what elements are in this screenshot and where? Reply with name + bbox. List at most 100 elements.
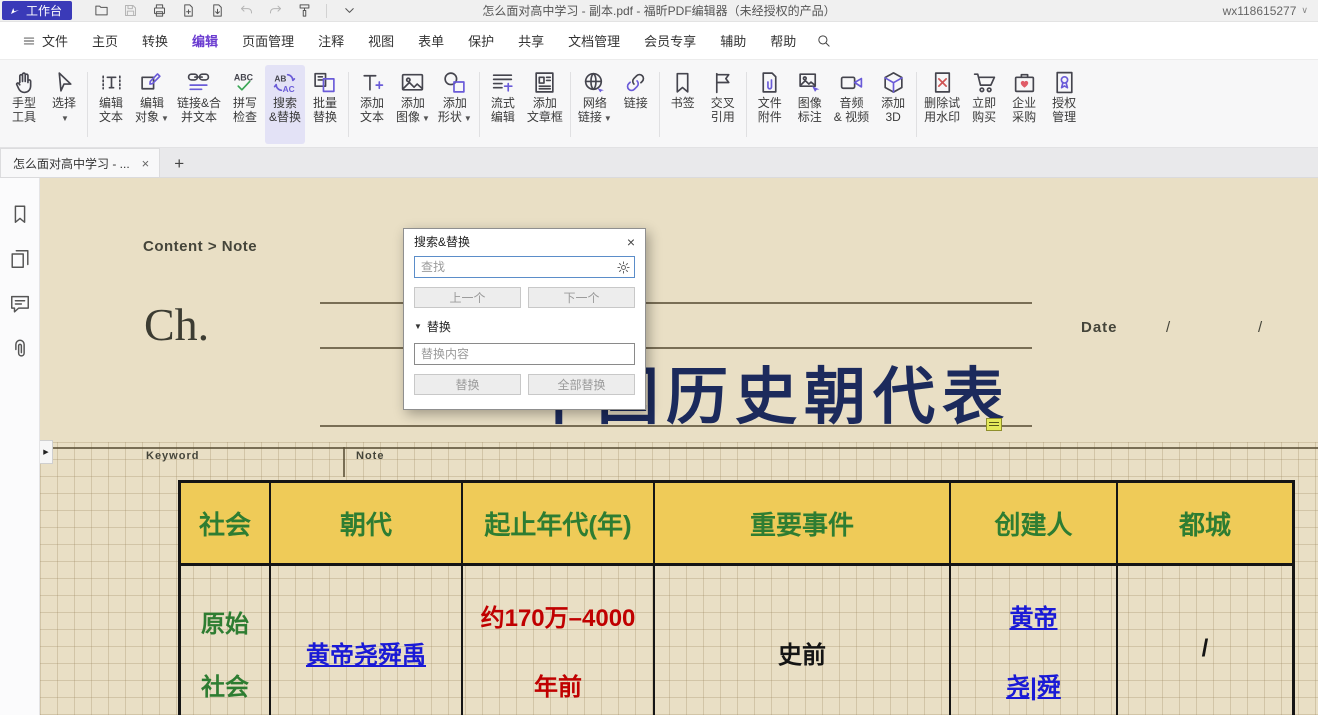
redo-icon[interactable] [264, 2, 286, 20]
user-dropdown-icon[interactable]: ∨ [1301, 5, 1308, 16]
ribbon-item-label: 图像▼ [396, 110, 430, 126]
menu-item-doc-manage[interactable]: 文档管理 [556, 22, 632, 59]
ribbon-item-add-3d[interactable]: 添加3D [873, 65, 913, 144]
chapter-text: Ch. [144, 298, 209, 351]
menu-item-label: 表单 [418, 31, 444, 50]
menu-item-help[interactable]: 帮助 [758, 22, 808, 59]
ribbon-item-label: 管理 [1052, 110, 1076, 124]
toolbar-dropdown-icon[interactable] [338, 2, 360, 20]
link-icon [623, 68, 648, 96]
table-header-cell: 起止年代(年) [463, 483, 655, 563]
format-brush-icon[interactable] [293, 2, 315, 20]
menu-item-home[interactable]: 主页 [80, 22, 130, 59]
replace-button[interactable]: 替换 [414, 374, 521, 395]
replace-input[interactable] [414, 343, 635, 365]
note-annotation-icon[interactable] [986, 418, 1002, 431]
ribbon-item-add-text[interactable]: 添加文本 [352, 65, 392, 144]
search-options-gear-icon[interactable] [616, 260, 631, 275]
create-pdf-icon[interactable] [177, 2, 199, 20]
ribbon-item-file-attachment[interactable]: 文件附件 [750, 65, 790, 144]
edit-object-icon [139, 68, 164, 96]
ribbon-item-edit-text[interactable]: 编辑文本 [91, 65, 131, 144]
founder-link[interactable]: 尧|舜 [1006, 667, 1061, 702]
ribbon-item-select[interactable]: 选择▼ [44, 65, 84, 144]
spellcheck-icon: ABC [232, 68, 257, 96]
menu-item-convert[interactable]: 转换 [130, 22, 180, 59]
dialog-close-icon[interactable]: × [625, 235, 637, 249]
ribbon-item-web-link[interactable]: 网络链接▼ [574, 65, 616, 144]
menu-item-view[interactable]: 视图 [356, 22, 406, 59]
comment-icon [9, 302, 31, 319]
ribbon-item-enterprise-purchase[interactable]: 企业采购 [1004, 65, 1044, 144]
hand-tool-icon [12, 68, 37, 96]
menu-item-file[interactable]: 文件 [10, 22, 80, 59]
ribbon-item-label: 选择 [52, 96, 76, 110]
ribbon-item-search-replace[interactable]: ABAC搜索&替换 [265, 65, 305, 144]
undo-icon[interactable] [235, 2, 257, 20]
ribbon-item-label: 链接&合 [177, 96, 221, 110]
workbench-button[interactable]: 工作台 [2, 1, 72, 20]
user-account[interactable]: wx118615277 ∨ [1223, 4, 1308, 18]
menu-item-assist[interactable]: 辅助 [708, 22, 758, 59]
ribbon-item-batch-replace[interactable]: 批量替换 [305, 65, 345, 144]
dynasty-link[interactable]: 黄帝尧舜禹 [306, 635, 426, 670]
attachment-icon [9, 347, 31, 364]
print-icon[interactable] [148, 2, 170, 20]
ribbon-item-link[interactable]: 链接 [616, 65, 656, 144]
sidebar-item-attachments[interactable] [9, 338, 31, 360]
titlebar: 工作台 怎么面对高中学习 - 副本.pdf - 福昕PDF编辑器（未经授权的产品… [0, 0, 1318, 22]
menu-search-button[interactable] [808, 22, 839, 59]
menu-item-member[interactable]: 会员专享 [632, 22, 708, 59]
menu-item-protect[interactable]: 保护 [456, 22, 506, 59]
pdf-page: Content > Note Ch. Date / / 中国历史朝代表 Keyw… [40, 178, 1318, 715]
open-folder-icon[interactable] [90, 2, 112, 20]
menu-item-share[interactable]: 共享 [506, 22, 556, 59]
menu-item-comment[interactable]: 注释 [306, 22, 356, 59]
menu-item-form[interactable]: 表单 [406, 22, 456, 59]
replace-section-toggle[interactable]: ▼ 替换 [414, 318, 635, 335]
ribbon-item-buy-now[interactable]: 立即购买 [964, 65, 1004, 144]
next-button[interactable]: 下一个 [528, 287, 635, 308]
menu-item-label: 文档管理 [568, 31, 620, 50]
dialog-titlebar[interactable]: 搜索&替换 × [404, 229, 645, 254]
ribbon-item-label: 标注 [798, 110, 822, 124]
tab-close-icon[interactable]: × [142, 156, 150, 171]
ribbon-item-link-merge-text[interactable]: 链接&合并文本 [173, 65, 225, 144]
founder-link[interactable]: 黄帝 [1010, 598, 1058, 633]
ribbon-item-label: 手型 [12, 96, 36, 110]
menu-item-page-manage[interactable]: 页面管理 [230, 22, 306, 59]
ribbon-item-license-manage[interactable]: 授权管理 [1044, 65, 1084, 144]
ribbon-item-flow-edit[interactable]: 流式编辑 [483, 65, 523, 144]
sidebar-item-page-thumbnails[interactable] [9, 248, 31, 270]
menu-item-edit[interactable]: 编辑 [180, 22, 230, 59]
ribbon-item-add-shape[interactable]: 添加形状▼ [434, 65, 476, 144]
document-tab[interactable]: 怎么面对高中学习 - ... × [0, 148, 160, 177]
ribbon-item-add-image[interactable]: 添加图像▼ [392, 65, 434, 144]
find-field-wrap [414, 256, 635, 278]
ribbon-item-spell-check[interactable]: ABC拼写检查 [225, 65, 265, 144]
replace-all-button[interactable]: 全部替换 [528, 374, 635, 395]
ribbon-item-audio-video[interactable]: 音频& 视频 [830, 65, 873, 144]
ribbon-item-label: 编辑 [99, 96, 123, 110]
ribbon-item-image-annotation[interactable]: 图像标注 [790, 65, 830, 144]
export-pdf-icon[interactable] [206, 2, 228, 20]
sidebar-item-comments[interactable] [9, 293, 31, 315]
ribbon-item-remove-trial-watermark[interactable]: 删除试用水印 [920, 65, 964, 144]
note-label: Note [356, 450, 384, 462]
ribbon-item-edit-object[interactable]: 编辑对象▼ [131, 65, 173, 144]
sidebar-item-bookmarks[interactable] [9, 203, 31, 225]
save-icon[interactable] [119, 2, 141, 20]
previous-button[interactable]: 上一个 [414, 287, 521, 308]
web-link-icon [582, 68, 607, 96]
ribbon-item-cross-reference[interactable]: 交叉引用 [703, 65, 743, 144]
ribbon-group-divider [746, 72, 747, 137]
replace-buttons: 替换 全部替换 [414, 374, 635, 395]
ribbon-item-hand-tool[interactable]: 手型工具 [4, 65, 44, 144]
ribbon-item-label: 文本 [360, 110, 384, 124]
ribbon-item-label: 添加 [401, 96, 425, 110]
ribbon-item-add-article-box[interactable]: 添加文章框 [523, 65, 567, 144]
ribbon-item-bookmark[interactable]: 书签 [663, 65, 703, 144]
new-tab-button[interactable]: + [174, 155, 184, 172]
panel-expand-handle[interactable]: ▶ [40, 440, 53, 464]
find-input[interactable] [414, 256, 635, 278]
